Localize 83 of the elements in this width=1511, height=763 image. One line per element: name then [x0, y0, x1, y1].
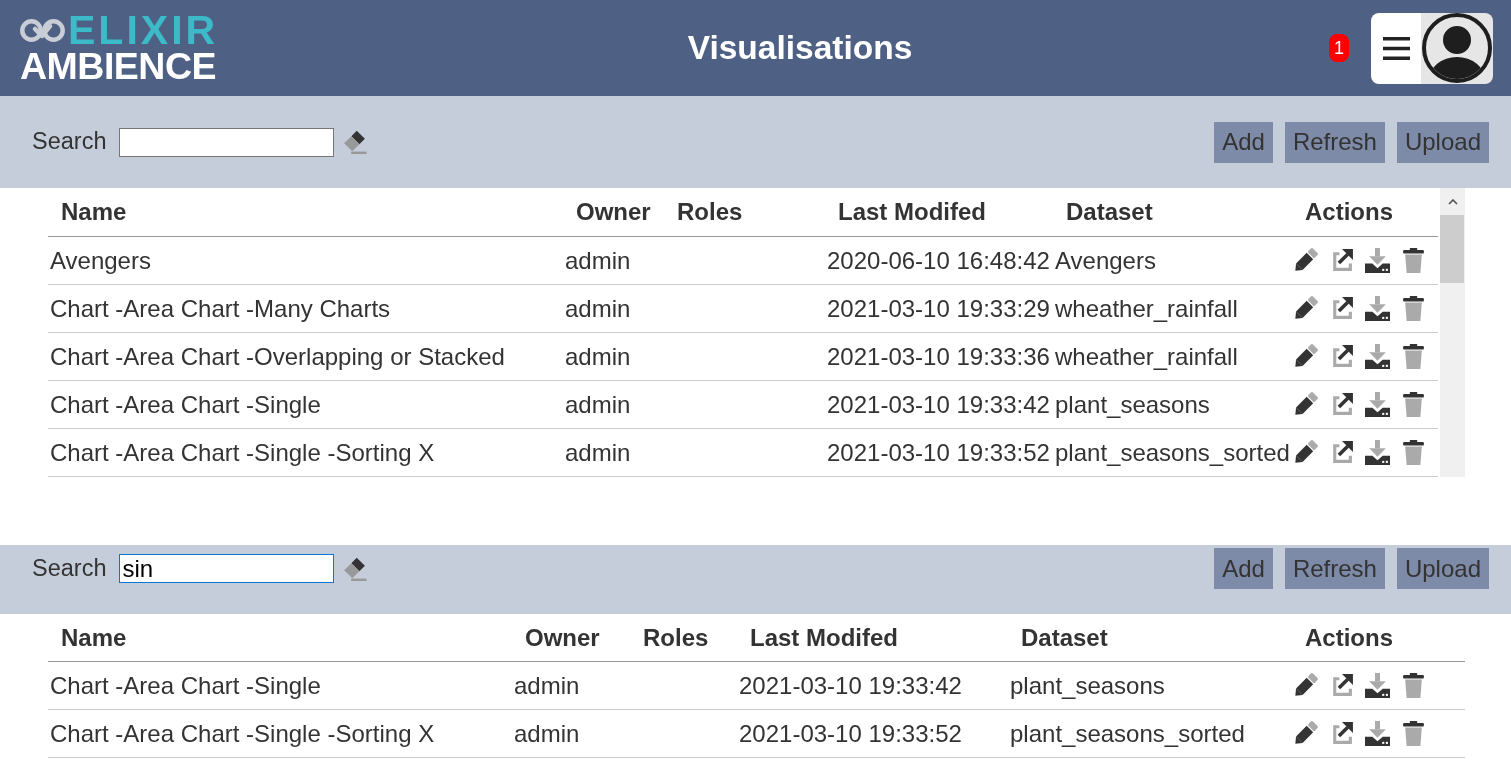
column-header[interactable]: Name	[61, 198, 127, 226]
column-header[interactable]: Dataset	[1066, 198, 1153, 226]
visualisation-name: Chart -Area Chart -Single -Sorting X	[50, 438, 435, 467]
column-header[interactable]: Roles	[643, 623, 709, 652]
toolbar-button[interactable]: Refresh	[1284, 121, 1385, 163]
profile-button[interactable]	[1421, 12, 1493, 84]
trash-icon[interactable]	[1401, 296, 1426, 321]
visualisation-name: Chart -Area Chart -Overlapping or Stacked	[50, 342, 505, 371]
owner-name: admin	[565, 438, 631, 467]
pencil-icon[interactable]	[1293, 296, 1318, 321]
owner-name: admin	[565, 246, 631, 275]
toolbar-button[interactable]: Refresh	[1284, 548, 1385, 589]
owner-name: admin	[514, 671, 580, 700]
trash-icon[interactable]	[1401, 721, 1426, 746]
modified-time: 2021-03-10 19:33:36	[827, 342, 1050, 371]
column-header[interactable]: Actions	[1305, 623, 1393, 652]
owner-name: admin	[565, 342, 631, 371]
download-icon[interactable]	[1365, 721, 1390, 746]
search-field[interactable]	[119, 127, 335, 157]
scrollbar-thumb[interactable]	[1440, 215, 1464, 283]
column-header[interactable]: Last Modifed	[838, 198, 986, 226]
visualisation-name: Chart -Area Chart -Single	[50, 671, 321, 700]
menu-button[interactable]	[1371, 12, 1421, 84]
column-header[interactable]: Owner	[576, 198, 651, 226]
dataset-name: wheather_rainfall	[1055, 294, 1238, 323]
scroll-up-icon[interactable]	[1447, 198, 1458, 205]
modified-time: 2021-03-10 19:33:42	[739, 671, 962, 700]
owner-name: admin	[514, 719, 580, 748]
search-field[interactable]: sin	[119, 554, 335, 583]
trash-icon[interactable]	[1401, 392, 1426, 417]
modified-time: 2021-03-10 19:33:42	[827, 390, 1050, 419]
visualisation-name: Chart -Area Chart -Many Charts	[50, 294, 391, 323]
visualisation-name: Avengers	[50, 246, 151, 275]
trash-icon[interactable]	[1401, 440, 1426, 465]
download-icon[interactable]	[1365, 673, 1390, 698]
owner-name: admin	[565, 390, 631, 419]
visualisation-name: Chart -Area Chart -Single -Sorting X	[50, 719, 435, 748]
page-title: Visualisations	[687, 28, 913, 68]
modified-time: 2021-03-10 19:33:52	[827, 438, 1050, 467]
modified-time: 2021-03-10 19:33:29	[827, 294, 1050, 323]
dataset-name: plant_seasons	[1010, 671, 1165, 700]
search-label: Search	[32, 555, 107, 582]
search-label: Search	[32, 128, 107, 156]
column-header[interactable]: Last Modifed	[750, 623, 898, 652]
owner-name: admin	[565, 294, 631, 323]
download-icon[interactable]	[1365, 344, 1390, 369]
scrollbar-track[interactable]	[1440, 188, 1465, 477]
toolbar-button[interactable]: Upload	[1396, 121, 1489, 163]
pencil-icon[interactable]	[1293, 721, 1318, 746]
trash-icon[interactable]	[1401, 344, 1426, 369]
logo-title: ELIXIR	[68, 12, 219, 48]
logo-subtitle: AMBIENCE	[20, 45, 216, 87]
dataset-name: wheather_rainfall	[1055, 342, 1238, 371]
pencil-icon[interactable]	[1293, 673, 1318, 698]
download-icon[interactable]	[1365, 440, 1390, 465]
pencil-icon[interactable]	[1293, 440, 1318, 465]
toolbar-button[interactable]: Upload	[1396, 548, 1489, 589]
modified-time: 2021-03-10 19:33:52	[739, 719, 962, 748]
pencil-icon[interactable]	[1293, 344, 1318, 369]
dataset-name: plant_seasons_sorted	[1010, 719, 1245, 748]
column-header[interactable]: Name	[61, 623, 127, 652]
trash-icon[interactable]	[1401, 248, 1426, 273]
dataset-name: plant_seasons_sorted	[1055, 438, 1290, 467]
pencil-icon[interactable]	[1293, 248, 1318, 273]
download-icon[interactable]	[1365, 392, 1390, 417]
dataset-name: Avengers	[1055, 246, 1156, 275]
toolbar-button[interactable]: Add	[1214, 548, 1273, 589]
column-header[interactable]: Roles	[677, 198, 743, 226]
download-icon[interactable]	[1365, 248, 1390, 273]
column-header[interactable]: Dataset	[1021, 623, 1108, 652]
notification-badge: 1	[1329, 34, 1349, 62]
trash-icon[interactable]	[1401, 673, 1426, 698]
column-header[interactable]: Owner	[525, 623, 600, 652]
eraser-icon[interactable]	[342, 130, 369, 154]
column-header[interactable]: Actions	[1305, 198, 1393, 226]
eraser-icon[interactable]	[342, 556, 369, 581]
modified-time: 2020-06-10 16:48:42	[827, 246, 1050, 275]
toolbar-button[interactable]: Add	[1214, 121, 1273, 163]
menu-icon	[1382, 36, 1410, 60]
visualisation-name: Chart -Area Chart -Single	[50, 390, 321, 419]
dataset-name: plant_seasons	[1055, 390, 1210, 419]
download-icon[interactable]	[1365, 296, 1390, 321]
pencil-icon[interactable]	[1293, 392, 1318, 417]
